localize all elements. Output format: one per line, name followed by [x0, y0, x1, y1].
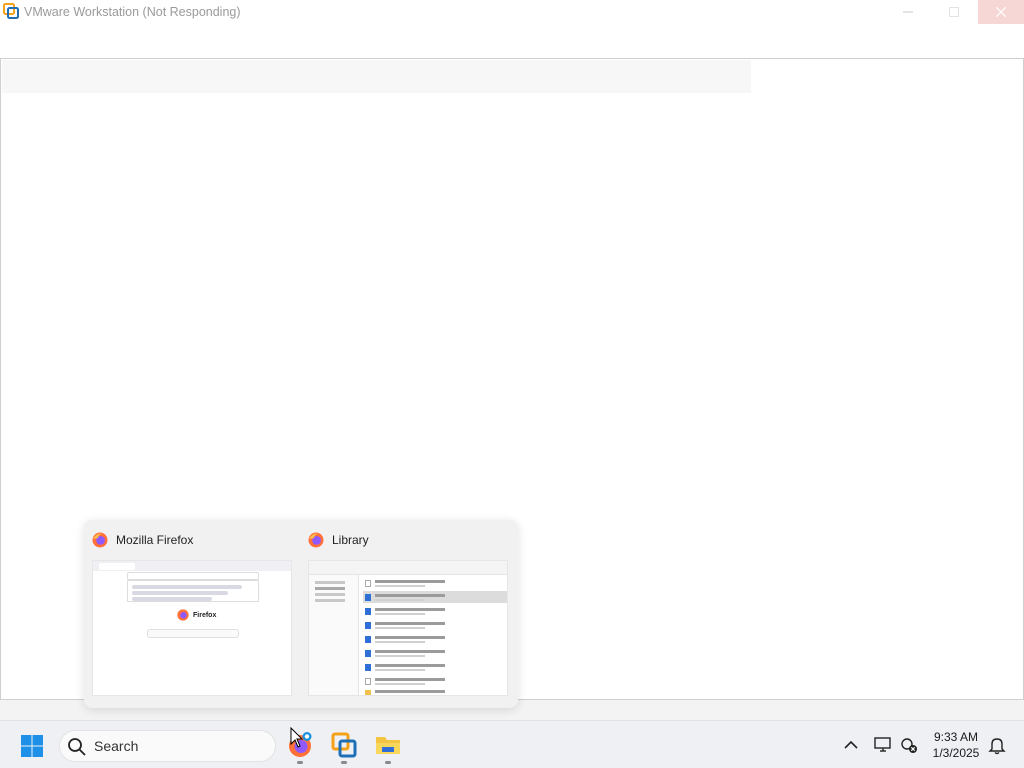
taskbar: Search 9:33 AM 1/3/2025 — [0, 720, 1024, 768]
close-button[interactable] — [978, 0, 1024, 24]
window-title: VMware Workstation (Not Responding) — [24, 5, 241, 19]
running-indicator — [385, 761, 391, 764]
taskbar-thumbnail-preview: Mozilla Firefox Firefox Library — [84, 520, 518, 708]
maximize-button[interactable] — [931, 0, 977, 24]
thumb-urlbar — [127, 572, 259, 580]
thumb-logo: Firefox — [177, 609, 216, 621]
preview-title: Mozilla Firefox — [116, 533, 194, 547]
taskbar-app-file-explorer[interactable] — [372, 729, 404, 764]
clock-date: 1/3/2025 — [932, 746, 980, 760]
thumb-download-list — [361, 575, 507, 695]
search-icon — [68, 738, 86, 756]
windows-start-icon[interactable] — [20, 734, 44, 758]
taskbar-search-box[interactable]: Search — [59, 730, 276, 762]
preview-thumbnail[interactable]: Firefox — [92, 560, 292, 696]
running-indicator — [297, 761, 303, 764]
thumb-sidebar — [309, 575, 359, 695]
minimize-button[interactable] — [885, 0, 931, 24]
maximize-icon — [949, 7, 959, 17]
minimize-icon — [903, 11, 913, 13]
firefox-icon — [308, 532, 324, 548]
network-disconnected-icon[interactable] — [899, 735, 919, 755]
close-icon — [996, 7, 1006, 17]
folder-icon — [376, 737, 400, 754]
chevron-up-icon[interactable] — [842, 736, 860, 754]
thumb-dropdown — [127, 580, 259, 602]
firefox-icon — [177, 609, 189, 621]
preview-header: Library — [308, 531, 369, 549]
vmware-icon — [3, 3, 19, 19]
thumb-tabbar — [93, 561, 291, 571]
running-indicator — [341, 761, 347, 764]
preview-card-firefox[interactable]: Mozilla Firefox Firefox — [84, 520, 300, 708]
firefox-icon — [92, 532, 108, 548]
vmware-icon — [331, 732, 357, 758]
preview-card-library[interactable]: Library — [300, 520, 516, 708]
preview-title: Library — [332, 533, 369, 547]
system-clock[interactable]: 9:33 AM 1/3/2025 — [924, 729, 988, 761]
display-icon[interactable] — [873, 735, 893, 755]
search-placeholder: Search — [94, 738, 139, 754]
thumb-logo-text: Firefox — [193, 611, 217, 619]
thumb-search — [147, 629, 239, 638]
mouse-cursor-icon — [290, 727, 304, 748]
title-bar[interactable]: VMware Workstation (Not Responding) — [0, 0, 1024, 24]
taskbar-app-vmware[interactable] — [328, 729, 360, 764]
toolbar-placeholder — [2, 60, 751, 93]
thumb-toolbar — [309, 561, 507, 575]
clock-time: 9:33 AM — [933, 730, 979, 744]
notification-bell-icon[interactable] — [987, 735, 1007, 755]
preview-thumbnail[interactable] — [308, 560, 508, 696]
preview-header: Mozilla Firefox — [92, 531, 193, 549]
